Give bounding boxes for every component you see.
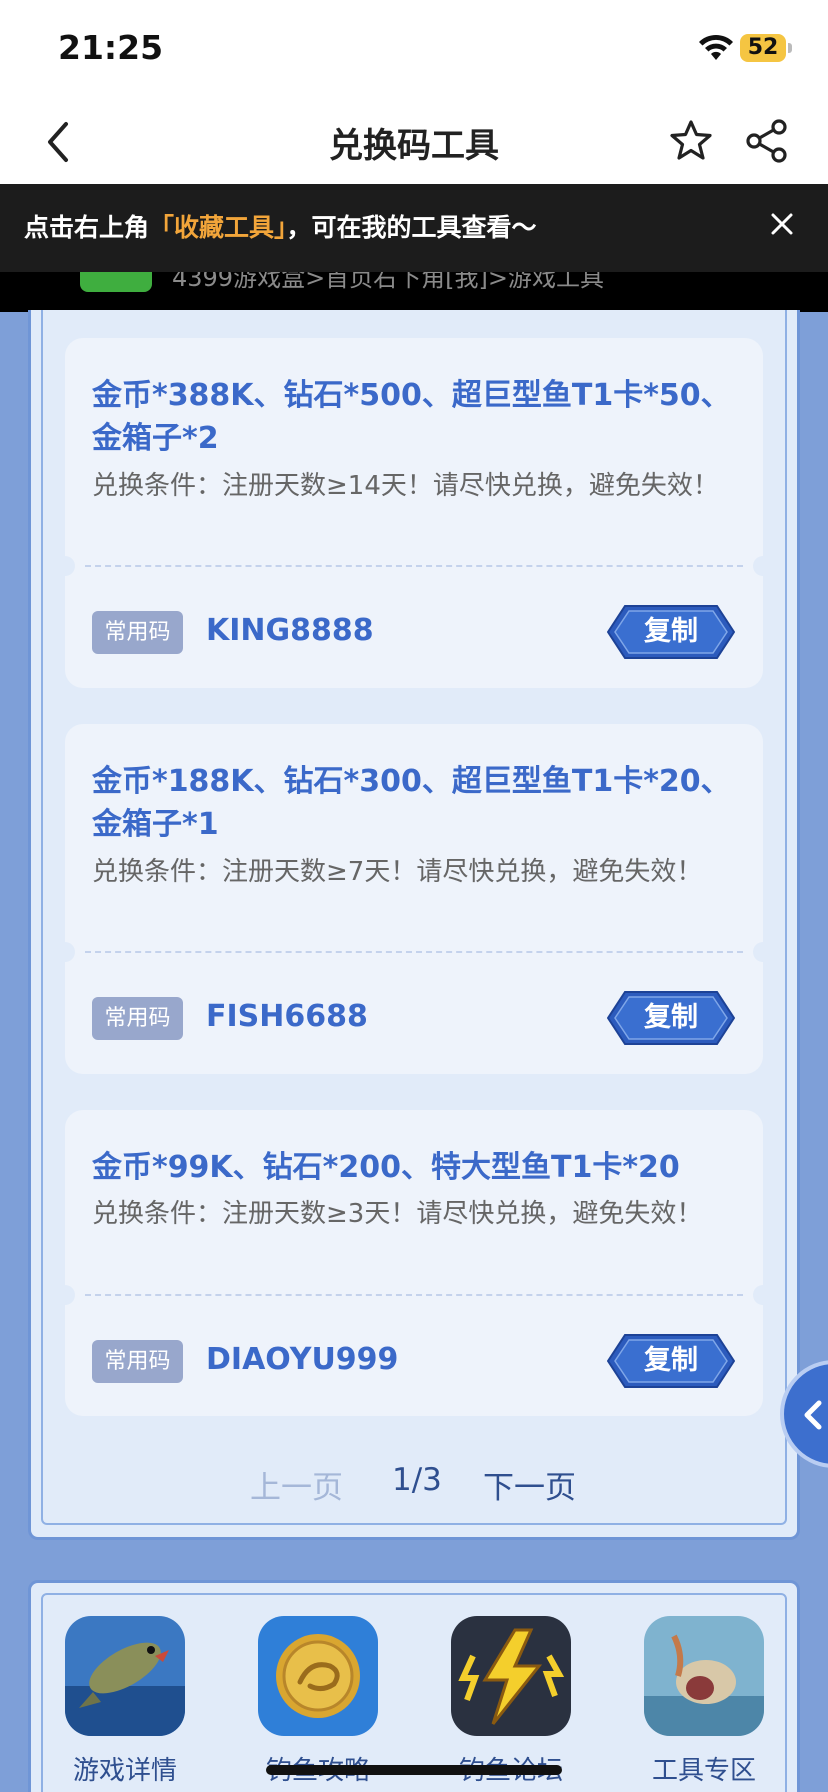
common-code-tag: 常用码: [92, 1340, 183, 1383]
condition-text: 兑换条件：注册天数≥3天！请尽快兑换，避免失效！: [92, 1199, 703, 1229]
copy-button-label: 复制: [644, 1345, 698, 1376]
shortcut-tools-zone[interactable]: 工具专区: [644, 1616, 764, 1786]
reward-text: 金币*388K、钻石*500、超巨型鱼T1卡*50、金箱子*2: [92, 378, 731, 456]
copy-button-label: 复制: [644, 1002, 698, 1033]
lightning-icon: [451, 1616, 571, 1736]
shortcut-label: 游戏详情: [72, 1756, 177, 1786]
card-notch: [55, 942, 75, 962]
condition-text: 兑换条件：注册天数≥7天！请尽快兑换，避免失效！: [92, 857, 703, 887]
underlay-text: 4399游戏盒>首页右下角[我]>游戏工具: [172, 272, 605, 292]
pagination: 上一页 1/3 下一页: [0, 1462, 828, 1512]
toast-underlay: 4399游戏盒>首页右下角[我]>游戏工具: [0, 272, 828, 312]
divider: [85, 565, 743, 567]
copy-button[interactable]: 复制: [607, 605, 735, 659]
chevron-left-icon: [804, 1400, 822, 1430]
toast-prefix: 点击右上角: [24, 213, 150, 242]
page-indicator: 1/3: [392, 1462, 442, 1498]
code-card: 金币*388K、钻石*500、超巨型鱼T1卡*50、金箱子*2 兑换条件：注册天…: [55, 338, 773, 688]
next-page-button[interactable]: 下一页: [483, 1462, 576, 1507]
code-card: 金币*99K、钻石*200、特大型鱼T1卡*20 兑换条件：注册天数≥3天！请尽…: [55, 1110, 773, 1416]
copy-button[interactable]: 复制: [607, 1334, 735, 1388]
card-notch: [753, 942, 773, 962]
redeem-code[interactable]: DIAOYU999: [206, 1342, 398, 1377]
gold-coin-icon: [258, 1616, 378, 1736]
share-icon[interactable]: [744, 118, 790, 164]
divider: [85, 951, 743, 953]
battery-icon: 52: [740, 34, 786, 62]
close-icon[interactable]: [764, 206, 800, 242]
status-time: 21:25: [58, 28, 164, 67]
status-bar: 21:25 52: [0, 0, 828, 100]
home-indicator: [266, 1765, 562, 1775]
common-code-tag: 常用码: [92, 997, 183, 1040]
prev-page-button[interactable]: 上一页: [250, 1462, 343, 1507]
common-code-tag: 常用码: [92, 611, 183, 654]
nav-bar: 兑换码工具: [0, 100, 828, 184]
toast-text: 点击右上角「收藏工具」，可在我的工具查看～: [24, 208, 537, 244]
star-icon[interactable]: [668, 118, 714, 164]
shortcut-label: 工具专区: [651, 1756, 756, 1786]
condition-text: 兑换条件：注册天数≥14天！请尽快兑换，避免失效！: [92, 471, 719, 501]
divider: [85, 1294, 743, 1296]
toast-highlight: 「收藏工具」: [149, 213, 287, 242]
shortcut-fishing-forum[interactable]: 钓鱼论坛: [451, 1616, 571, 1786]
card-notch: [55, 556, 75, 576]
card-notch: [753, 556, 773, 576]
fishing-catch-icon: [644, 1616, 764, 1736]
toast-suffix: ，可在我的工具查看～: [286, 213, 537, 242]
underlay-green-badge: [80, 272, 152, 292]
card-notch: [55, 1285, 75, 1305]
reward-text: 金币*99K、钻石*200、特大型鱼T1卡*20: [92, 1150, 680, 1185]
reward-text: 金币*188K、钻石*300、超巨型鱼T1卡*20、金箱子*1: [92, 764, 731, 842]
wifi-icon: [699, 34, 733, 60]
card-notch: [753, 1285, 773, 1305]
fish-jumping-icon: [65, 1616, 185, 1736]
shortcut-game-details[interactable]: 游戏详情: [65, 1616, 185, 1786]
redeem-code[interactable]: KING8888: [206, 613, 374, 648]
favorite-tip-toast: 点击右上角「收藏工具」，可在我的工具查看～: [0, 184, 828, 272]
redeem-code[interactable]: FISH6688: [206, 999, 368, 1034]
code-card: 金币*188K、钻石*300、超巨型鱼T1卡*20、金箱子*1 兑换条件：注册天…: [55, 724, 773, 1074]
copy-button[interactable]: 复制: [607, 991, 735, 1045]
copy-button-label: 复制: [644, 616, 698, 647]
shortcut-fishing-guide[interactable]: 钓鱼攻略: [258, 1616, 378, 1786]
battery-tip: [788, 43, 792, 53]
